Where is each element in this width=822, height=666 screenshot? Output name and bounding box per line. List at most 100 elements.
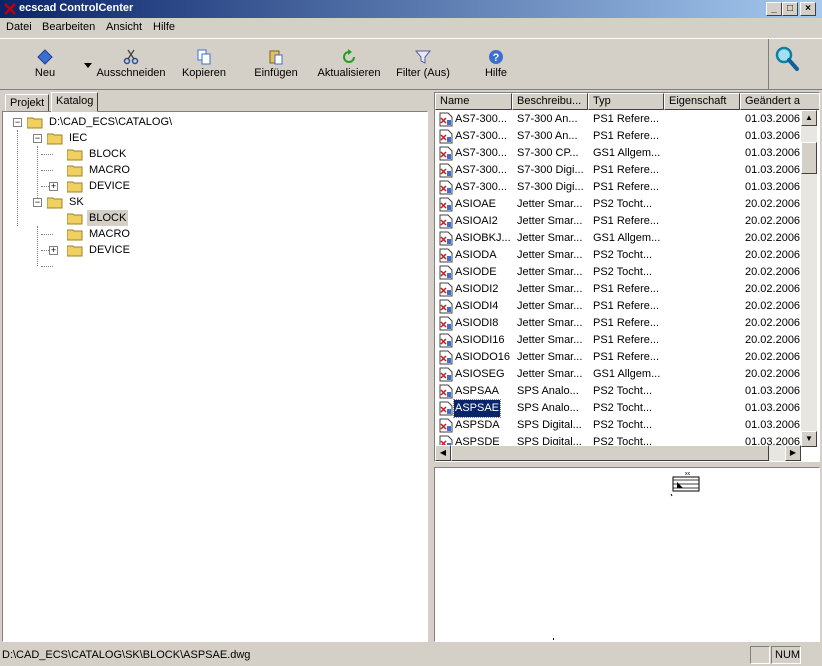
cell-name: ASIODI8 <box>455 317 499 329</box>
cell-description: S7-300 CP... <box>517 147 579 159</box>
cell-description: SPS Analo... <box>517 402 579 414</box>
filter-button[interactable]: Filter (Aus) <box>394 43 452 87</box>
cell-modified: 20.02.2006 <box>745 351 801 363</box>
expand-sk-device-toggle[interactable]: + <box>49 246 58 255</box>
dwg-file-icon <box>439 197 453 212</box>
list-header: Name Beschreibu... Typ Eigenschaft Geänd… <box>435 93 819 110</box>
tree-line <box>37 146 38 202</box>
expand-iec-device-toggle[interactable]: + <box>49 182 58 191</box>
paste-icon <box>269 50 283 65</box>
maximize-button[interactable]: □ <box>782 2 798 16</box>
folder-icon <box>67 181 83 193</box>
cell-name: ASIODI4 <box>455 300 499 312</box>
cell-description: SPS Digital... <box>517 419 582 431</box>
list-item[interactable]: ASIODI8 Jetter Smar... PS1 Refere... 20.02.… <box>435 315 802 332</box>
minimize-button[interactable]: _ <box>766 2 782 16</box>
list-item[interactable]: ASIOAI2 Jetter Smar... PS1 Refere... 20.02.… <box>435 213 802 230</box>
tab-katalog[interactable]: Katalog <box>51 92 99 112</box>
tab-projekt[interactable]: Projekt <box>5 94 50 112</box>
column-header-type[interactable]: Typ <box>588 93 664 110</box>
cell-name: ASIODI16 <box>455 334 505 346</box>
dwg-file-icon <box>439 333 453 348</box>
copy-button[interactable]: Kopieren <box>178 43 230 87</box>
cell-type: PS1 Refere... <box>593 113 660 125</box>
list-item[interactable]: ASIOSEG Jetter Smar... GS1 Allgem... 20.02.… <box>435 366 802 383</box>
list-item[interactable]: AS7-300... S7-300 Digi... PS1 Refere... 01.… <box>435 162 802 179</box>
cell-modified: 01.03.2006 <box>745 130 801 142</box>
title-bar: ecscad ControlCenter _ □ × <box>0 0 822 18</box>
collapse-sk-toggle[interactable]: − <box>33 198 42 207</box>
cell-modified: 20.02.2006 <box>745 198 801 210</box>
dwg-file-icon <box>439 129 453 144</box>
folder-icon <box>67 245 83 257</box>
cell-name: ASPSDA <box>455 419 500 431</box>
dwg-file-icon <box>439 265 453 280</box>
column-header-property[interactable]: Eigenschaft <box>664 93 740 110</box>
list-item[interactable]: ASIOAE Jetter Smar... PS2 Tocht... 20.02.20… <box>435 196 802 213</box>
column-header-description[interactable]: Beschreibu... <box>512 93 588 110</box>
paste-button[interactable]: Einfügen <box>250 43 302 87</box>
list-item[interactable]: ASIODI4 Jetter Smar... PS1 Refere... 20.02.… <box>435 298 802 315</box>
copy-icon <box>197 49 211 65</box>
list-item[interactable]: AS7-300... S7-300 An... PS1 Refere... 01.03… <box>435 128 802 145</box>
cell-type: PS2 Tocht... <box>593 266 653 278</box>
list-item[interactable]: ASIODI16 Jetter Smar... PS1 Refere... 20.02… <box>435 332 802 349</box>
scroll-right-button[interactable]: ▶ <box>785 445 801 461</box>
cell-type: PS1 Refere... <box>593 130 660 142</box>
column-header-name[interactable]: Name <box>435 93 512 110</box>
list-item[interactable]: ASPSAE SPS Analo... PS2 Tocht... 01.03.2006 <box>435 399 802 418</box>
collapse-iec-toggle[interactable]: − <box>33 134 42 143</box>
svg-text:?: ? <box>493 52 500 64</box>
horizontal-scrollbar[interactable]: ◀ ▶ <box>435 445 801 461</box>
list-item[interactable]: ASPSAA SPS Analo... PS2 Tocht... 01.03.2006 <box>435 383 802 400</box>
help-button[interactable]: ? Hilfe <box>476 43 516 87</box>
cell-name: ASIODI2 <box>455 283 499 295</box>
folder-icon <box>67 165 83 177</box>
cell-description: Jetter Smar... <box>517 232 583 244</box>
column-header-modified[interactable]: Geändert a <box>740 93 819 110</box>
search-button[interactable] <box>768 39 820 89</box>
menu-datei[interactable]: Datei <box>6 21 32 33</box>
scroll-thumb[interactable] <box>801 142 817 174</box>
list-item[interactable]: ASIOBKJ... Jetter Smar... GS1 Allgem... 20.… <box>435 230 802 247</box>
tree-node-label: BLOCK <box>87 210 129 226</box>
cell-type: PS2 Tocht... <box>593 419 653 431</box>
cell-name: ASIOBKJ... <box>455 232 511 244</box>
cell-modified: 01.03.2006 <box>745 164 801 176</box>
vertical-scrollbar[interactable]: ▲ ▼ <box>801 110 817 447</box>
new-dropdown-button[interactable] <box>82 43 94 87</box>
cut-button[interactable]: Ausschneiden <box>96 43 166 87</box>
menu-hilfe[interactable]: Hilfe <box>153 21 175 33</box>
close-button[interactable]: × <box>800 2 816 16</box>
list-item[interactable]: AS7-300... S7-300 Digi... PS1 Refere... 01.… <box>435 179 802 196</box>
search-icon <box>775 46 799 71</box>
new-button[interactable]: Neu <box>20 43 70 87</box>
folder-icon <box>67 149 83 161</box>
list-item[interactable]: AS7-300... S7-300 An... PS1 Refere... 01.03… <box>435 111 802 128</box>
dwg-file-icon <box>439 112 453 127</box>
cell-modified: 01.03.2006 <box>745 419 801 431</box>
cell-modified: 01.03.2006 <box>745 385 801 397</box>
cell-type: PS2 Tocht... <box>593 198 653 210</box>
tree-node-label: D:\CAD_ECS\CATALOG\ <box>49 116 173 128</box>
menu-ansicht[interactable]: Ansicht <box>106 21 142 33</box>
tree-node-label: DEVICE <box>89 244 130 256</box>
scroll-up-button[interactable]: ▲ <box>801 110 817 126</box>
cell-name: AS7-300... <box>455 113 507 125</box>
menu-bearbeiten[interactable]: Bearbeiten <box>42 21 95 33</box>
block-preview-graphic: xx <box>670 472 700 497</box>
scroll-left-button[interactable]: ◀ <box>435 445 451 461</box>
list-item[interactable]: ASIODE Jetter Smar... PS2 Tocht... 20.02.20… <box>435 264 802 281</box>
list-item[interactable]: ASIODO16 Jetter Smar... PS1 Refere... 20.02… <box>435 349 802 366</box>
cell-type: PS1 Refere... <box>593 215 660 227</box>
list-item[interactable]: ASIODI2 Jetter Smar... PS1 Refere... 20.02.… <box>435 281 802 298</box>
cell-description: Jetter Smar... <box>517 266 583 278</box>
scroll-down-button[interactable]: ▼ <box>801 431 817 447</box>
scroll-thumb[interactable] <box>451 445 769 461</box>
list-item[interactable]: AS7-300... S7-300 CP... GS1 Allgem... 01.03… <box>435 145 802 162</box>
refresh-button[interactable]: Aktualisieren <box>316 43 382 87</box>
list-item[interactable]: ASPSDA SPS Digital... PS2 Tocht... 01.03.20… <box>435 417 802 434</box>
collapse-root-toggle[interactable]: − <box>13 118 22 127</box>
list-item[interactable]: ASIODA Jetter Smar... PS2 Tocht... 20.02.20… <box>435 247 802 264</box>
app-icon <box>4 3 16 15</box>
